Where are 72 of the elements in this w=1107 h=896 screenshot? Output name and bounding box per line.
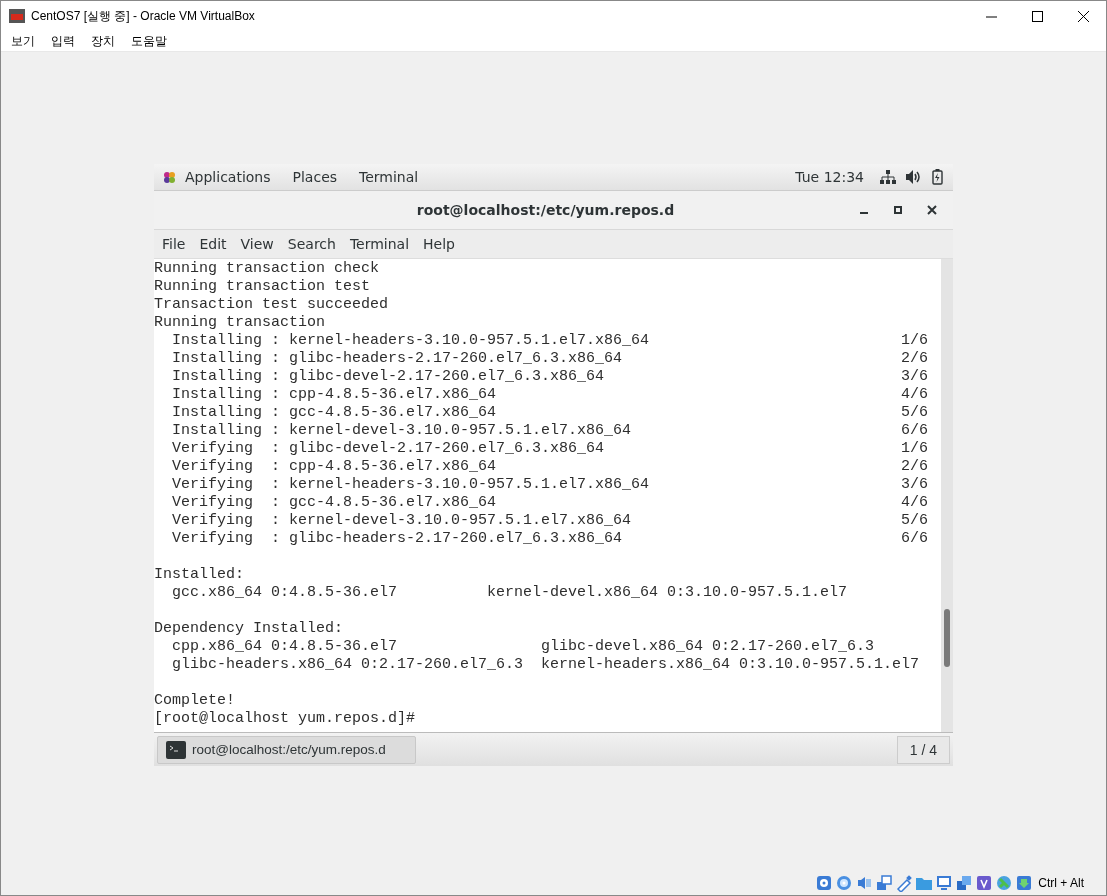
terminal-line: Installing : glibc-devel-2.17-260.el7_6.3.x86_64 (171, 368, 606, 386)
monitor-icon[interactable] (935, 874, 954, 892)
volume-icon[interactable] (906, 170, 922, 184)
optical-disc-icon[interactable] (835, 874, 854, 892)
progress-count: 6/6 (901, 530, 929, 548)
speaker-icon[interactable] (855, 874, 874, 892)
progress-count: 6/6 (901, 422, 929, 440)
battery-icon[interactable] (932, 169, 943, 185)
scrollbar[interactable] (941, 259, 953, 732)
progress-count: 5/6 (901, 404, 929, 422)
app-icon (9, 8, 25, 24)
progress-count: 2/6 (901, 458, 929, 476)
terminal-line: [root@localhost yum.repos.d]# (154, 710, 417, 728)
terminal-line: Running transaction check (154, 260, 381, 278)
progress-count: 3/6 (901, 368, 929, 386)
terminal-line: Installing : glibc-headers-2.17-260.el7_6.3.x86_64 (171, 350, 624, 368)
menu-item[interactable]: File (155, 236, 193, 252)
menu-item[interactable]: View (233, 236, 281, 252)
clock[interactable]: Tue 12:34 (795, 169, 880, 185)
window-title: CentOS7 [실행 중] - Oracle VM VirtualBox (31, 7, 256, 25)
terminal-line: Running transaction test (154, 278, 372, 296)
menu-item[interactable]: Terminal (342, 236, 417, 252)
terminal-line: Verifying : gcc-4.8.5-36.el7.x86_64 (171, 494, 498, 512)
top-bar-menu[interactable]: Applications (185, 169, 271, 185)
progress-count: 2/6 (901, 350, 929, 368)
terminal-line: Dependency Installed: (154, 620, 345, 638)
workspace-indicator[interactable]: 1 / 4 (896, 735, 950, 764)
terminal-line: Verifying : kernel-devel-3.10.0-957.5.1.el7.x86_64 (171, 512, 633, 530)
terminal-line: gcc.x86_64 0:4.8.5-36.el7 kernel-devel.x86_64 0:3.10.0-957.5.1.el7 (171, 584, 849, 602)
terminal-line: Running transaction (154, 314, 327, 332)
progress-count: 4/6 (901, 494, 929, 512)
windows-icon[interactable] (955, 874, 974, 892)
terminal-title: root@localhost:/etc/yum.repos.d (415, 202, 676, 218)
menu-item[interactable]: Search (280, 236, 343, 252)
progress-count: 5/6 (901, 512, 929, 530)
terminal-line: Installing : kernel-devel-3.10.0-957.5.1.el7.x86_64 (171, 422, 633, 440)
progress-count: 3/6 (901, 476, 929, 494)
menu-item[interactable]: Help (416, 236, 462, 252)
terminal-line: Complete! (154, 692, 236, 710)
taskbar-window-button[interactable]: root@localhost:/etc/yum.repos.d (157, 735, 416, 764)
host-key-label: Ctrl + Alt (1038, 876, 1084, 890)
globe-icon[interactable] (995, 874, 1014, 892)
progress-count: 4/6 (901, 386, 929, 404)
terminal-line: Verifying : glibc-headers-2.17-260.el7_6.3.x86_64 (171, 530, 624, 548)
usb-icon[interactable] (895, 874, 914, 892)
menu-item[interactable]: 입력 (43, 32, 83, 50)
menu-item[interactable]: 도움말 (123, 32, 175, 50)
terminal-line: Verifying : kernel-headers-3.10.0-957.5.1.el7.x86_64 (171, 476, 651, 494)
menu-item[interactable]: Edit (192, 236, 234, 252)
terminal-line: Verifying : glibc-devel-2.17-260.el7_6.3.x86_64 (171, 440, 606, 458)
terminal-line: Transaction test succeeded (154, 296, 390, 314)
close-icon[interactable] (1077, 10, 1089, 22)
menu-item[interactable]: 보기 (3, 32, 43, 50)
progress-count: 1/6 (901, 332, 929, 350)
terminal-line: glibc-headers.x86_64 0:2.17-260.el7_6.3 kernel-headers.x86_64 0:3.10.0-957.5.1.el7 (171, 656, 920, 674)
terminal-line: Installing : gcc-4.8.5-36.el7.x86_64 (171, 404, 498, 422)
terminal-icon (166, 740, 186, 759)
menu-item[interactable]: 장치 (83, 32, 123, 50)
terminal-line: Installing : kernel-headers-3.10.0-957.5.1.el7.x86_64 (171, 332, 651, 350)
terminal-line: Installing : cpp-4.8.5-36.el7.x86_64 (171, 386, 498, 404)
terminal-line: cpp.x86_64 0:4.8.5-36.el7 glibc-devel.x86_64 0:2.17-260.el7_6.3 (171, 638, 876, 656)
top-bar-menu[interactable]: Terminal (348, 169, 430, 185)
maximize-icon[interactable] (894, 206, 902, 214)
progress-count: 1/6 (901, 440, 929, 458)
maximize-icon[interactable] (1031, 10, 1043, 22)
terminal-line: Installed: (154, 566, 245, 584)
download-icon[interactable] (1015, 874, 1034, 892)
terminal-line: Verifying : cpp-4.8.5-36.el7.x86_64 (171, 458, 498, 476)
gnome-foot-icon (162, 169, 177, 185)
close-icon[interactable] (927, 205, 937, 215)
top-bar-menu[interactable]: Places (281, 169, 349, 185)
scrollbar-thumb[interactable] (944, 609, 950, 667)
